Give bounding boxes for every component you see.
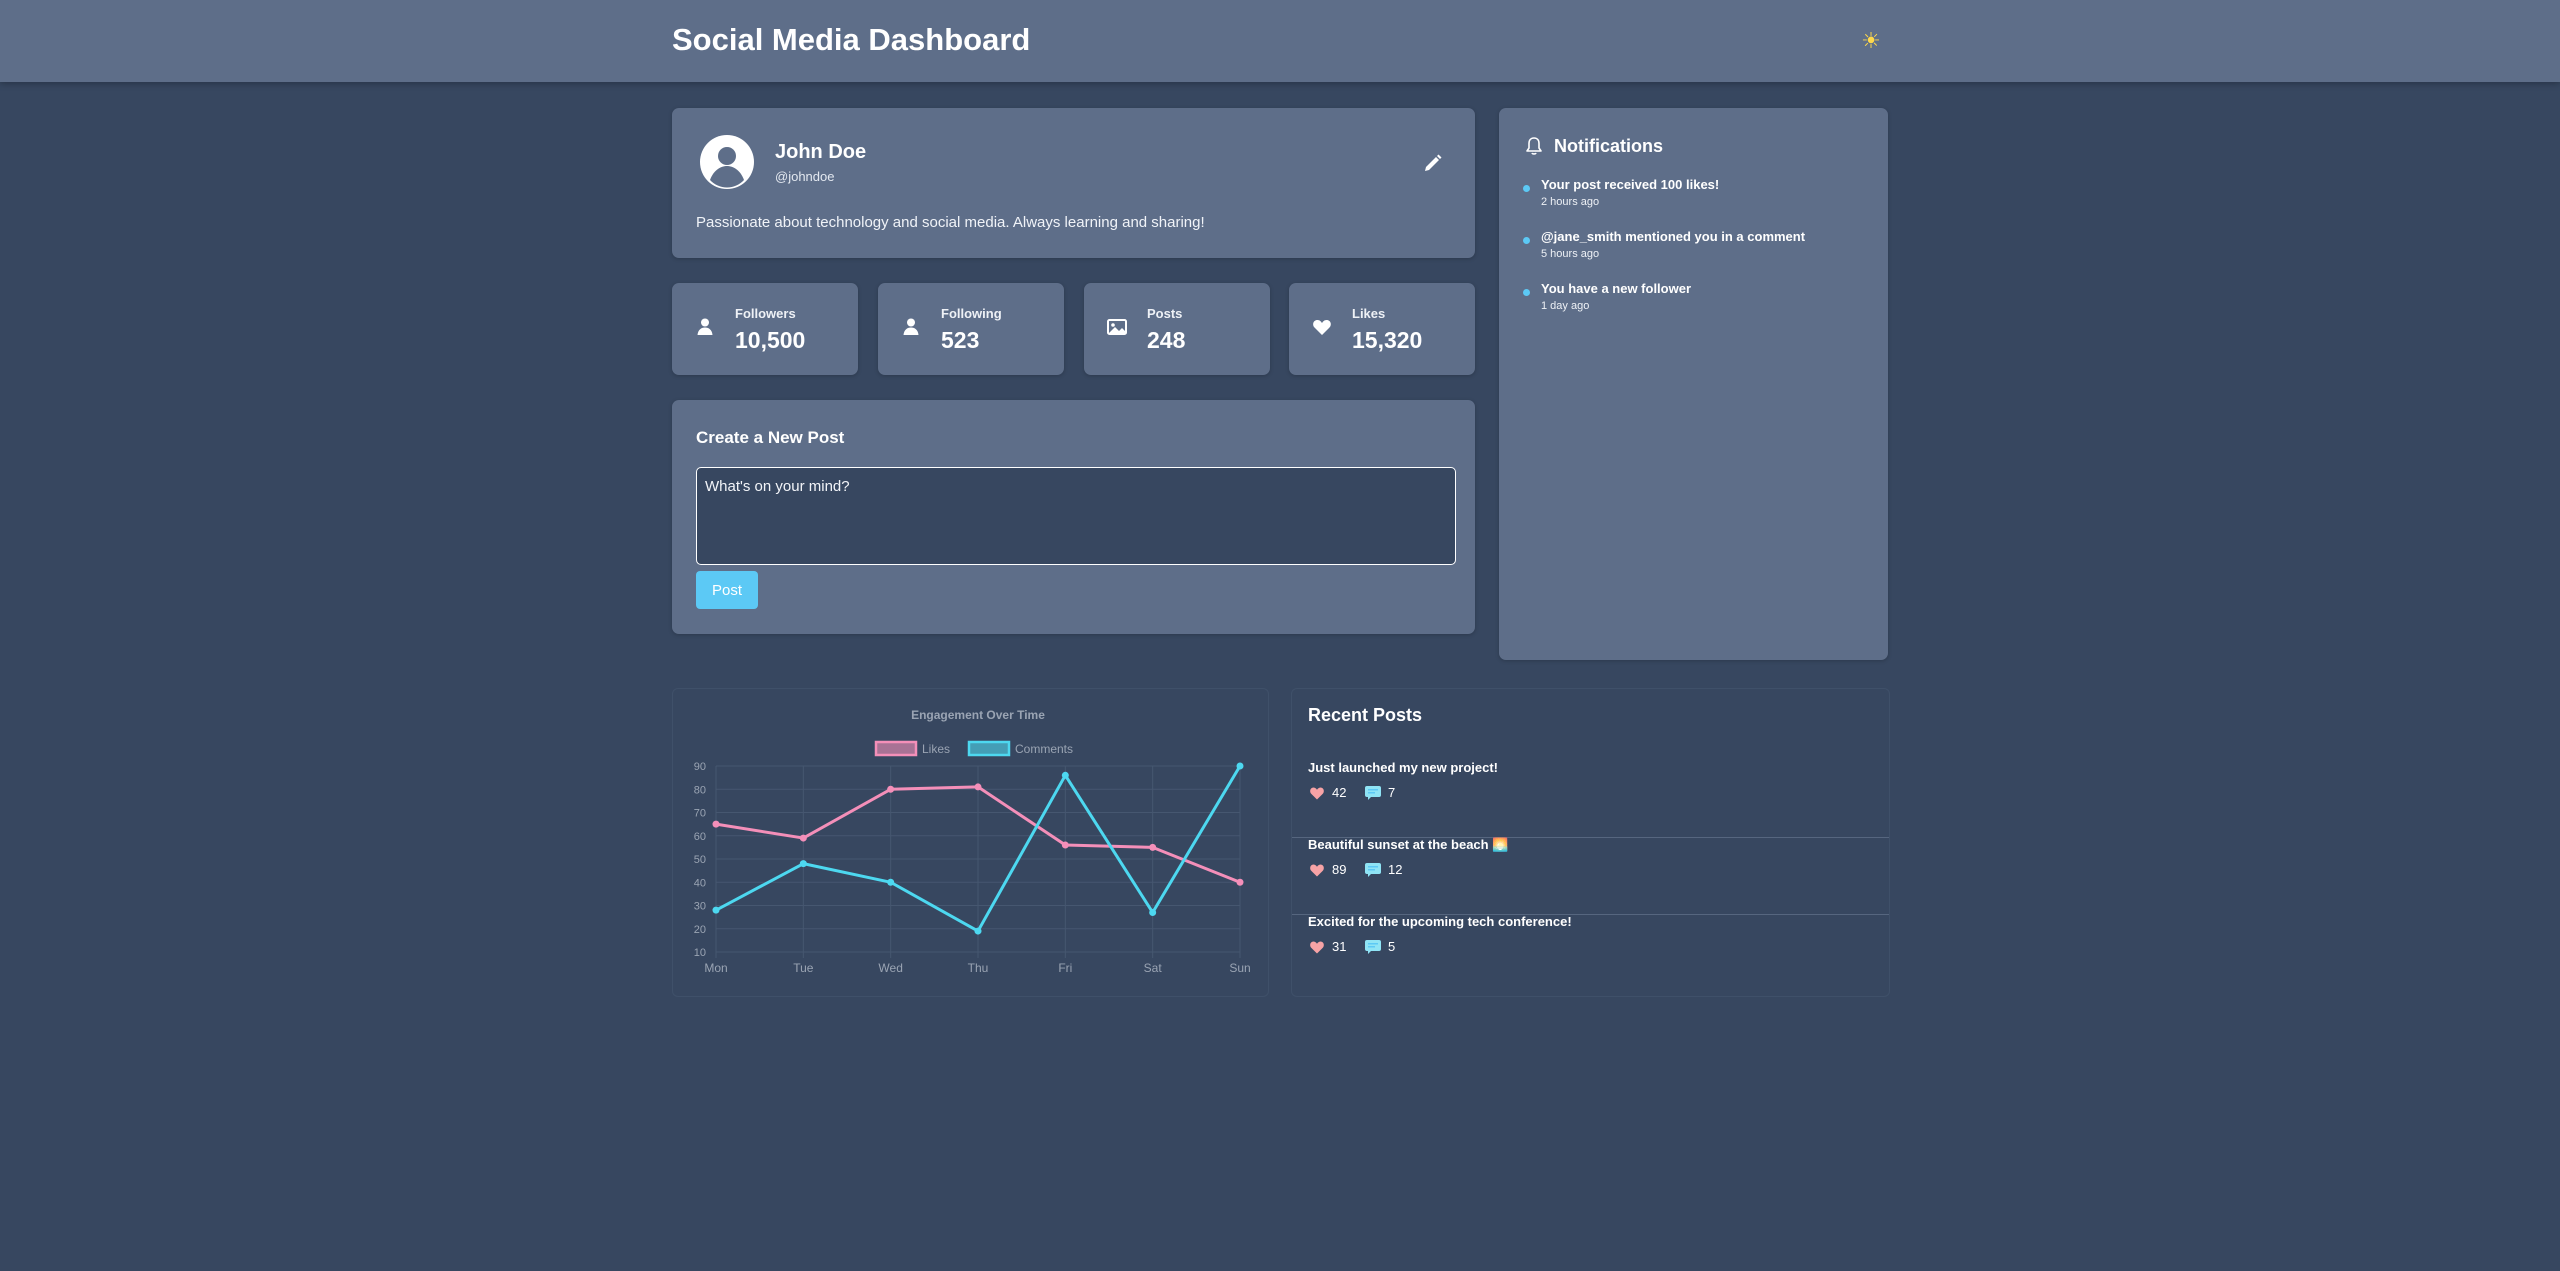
notification-message: You have a new follower — [1541, 281, 1692, 296]
stat-card-likes: Likes 15,320 — [1289, 283, 1475, 375]
comment-count: 12 — [1388, 862, 1403, 877]
pencil-icon — [1425, 154, 1442, 171]
heart-icon — [1310, 864, 1324, 877]
create-post-card: Create a New Post Post — [672, 400, 1475, 634]
like-count: 89 — [1332, 862, 1347, 877]
data-point-comments — [1236, 762, 1244, 770]
comment-icon — [1365, 786, 1381, 800]
y-tick-label: 60 — [694, 831, 706, 843]
data-point-likes — [974, 783, 982, 791]
post-input[interactable] — [696, 467, 1456, 565]
data-point-comments — [712, 906, 720, 914]
comment-count: 7 — [1388, 785, 1396, 800]
app-title: Social Media Dashboard — [672, 22, 1031, 57]
unread-dot — [1523, 185, 1530, 192]
comment-icon — [1365, 863, 1381, 877]
x-tick-label: Wed — [878, 961, 902, 975]
data-point-comments — [887, 878, 895, 886]
engagement-chart: Engagement Over Time Likes Comments 10 20 30 4… — [694, 708, 1251, 975]
stat-value: 10,500 — [735, 327, 806, 353]
legend-swatch — [874, 740, 918, 757]
recent-post-item[interactable]: Beautiful sunset at the beach 🌅 89 12 — [1292, 837, 1889, 915]
data-point-comments — [1149, 908, 1157, 916]
x-tick-label: Sun — [1229, 961, 1250, 975]
create-post-title: Create a New Post — [696, 428, 845, 447]
stat-value: 523 — [941, 327, 980, 353]
post-text: Beautiful sunset at the beach 🌅 — [1308, 837, 1509, 852]
y-tick-label: 20 — [694, 924, 706, 936]
like-count: 42 — [1332, 785, 1347, 800]
notifications-panel: Notifications Your post received 100 lik… — [1499, 108, 1888, 660]
data-point-likes — [887, 785, 895, 793]
post-text: Just launched my new project! — [1308, 760, 1498, 775]
stat-label: Likes — [1352, 306, 1386, 321]
data-point-likes — [712, 820, 720, 828]
stat-value: 248 — [1147, 327, 1186, 353]
stat-card-followers: Followers 10,500 — [672, 283, 858, 375]
recent-post-item[interactable]: Just launched my new project! 42 7 — [1292, 760, 1889, 838]
y-tick-label: 40 — [694, 877, 706, 889]
x-tick-label: Tue — [793, 961, 814, 975]
engagement-chart-panel: Engagement Over Time Likes Comments 10 20 30 4… — [672, 688, 1269, 997]
unread-dot — [1523, 289, 1530, 296]
notification-message: Your post received 100 likes! — [1541, 177, 1720, 192]
notification-message: @jane_smith mentioned you in a comment — [1541, 229, 1806, 244]
heart-icon — [1313, 320, 1331, 335]
user-icon — [697, 318, 713, 335]
notifications-title: Notifications — [1554, 136, 1664, 156]
data-point-likes — [1061, 841, 1069, 849]
user-icon — [903, 318, 919, 335]
legend-label: Comments — [1015, 742, 1073, 756]
stat-value: 15,320 — [1352, 327, 1423, 353]
notification-time: 5 hours ago — [1541, 248, 1600, 260]
top-bar: Social Media Dashboard ☀ — [0, 0, 2560, 82]
recent-posts-title: Recent Posts — [1308, 705, 1423, 725]
stat-label: Posts — [1147, 306, 1183, 321]
comment-icon — [1365, 940, 1381, 954]
stat-label: Following — [941, 306, 1002, 321]
y-tick-label: 10 — [694, 947, 706, 959]
x-tick-label: Fri — [1058, 961, 1072, 975]
bell-icon — [1526, 137, 1542, 155]
x-tick-label: Sat — [1144, 961, 1163, 975]
x-tick-label: Thu — [968, 961, 989, 975]
profile-card: John Doe @johndoe Passionate about techn… — [672, 108, 1475, 258]
data-point-comments — [799, 860, 807, 868]
x-tick-label: Mon — [704, 961, 727, 975]
notification-time: 2 hours ago — [1541, 196, 1600, 208]
y-tick-label: 50 — [694, 854, 706, 866]
heart-icon — [1310, 941, 1324, 954]
y-tick-label: 80 — [694, 784, 706, 796]
comment-count: 5 — [1388, 939, 1396, 954]
post-text: Excited for the upcoming tech conference… — [1308, 914, 1572, 929]
profile-name: John Doe — [775, 141, 867, 163]
recent-posts-panel: Recent Posts Just launched my new projec… — [1291, 688, 1890, 997]
data-point-likes — [799, 834, 807, 842]
avatar-icon — [700, 135, 754, 189]
profile-handle: @johndoe — [775, 169, 835, 184]
data-point-comments — [1061, 771, 1069, 779]
data-point-comments — [974, 927, 982, 935]
stat-card-following: Following 523 — [878, 283, 1064, 375]
legend-swatch — [967, 740, 1011, 757]
like-count: 31 — [1332, 939, 1347, 954]
stat-label: Followers — [735, 306, 796, 321]
unread-dot — [1523, 237, 1530, 244]
legend-label: Likes — [922, 742, 950, 756]
edit-profile-button[interactable] — [1418, 150, 1446, 178]
heart-icon — [1310, 787, 1324, 800]
y-tick-label: 70 — [694, 808, 706, 820]
chart-title: Engagement Over Time — [911, 708, 1045, 722]
y-tick-label: 90 — [694, 761, 706, 773]
profile-bio: Passionate about technology and social m… — [696, 214, 1205, 231]
theme-toggle-sun-icon[interactable]: ☀ — [1856, 24, 1886, 58]
image-icon — [1107, 319, 1127, 335]
data-point-likes — [1236, 878, 1244, 886]
stat-card-posts: Posts 248 — [1084, 283, 1270, 375]
data-point-likes — [1149, 843, 1157, 851]
post-button[interactable]: Post — [696, 571, 758, 609]
notification-time: 1 day ago — [1541, 300, 1590, 312]
y-tick-label: 30 — [694, 901, 706, 913]
recent-post-item[interactable]: Excited for the upcoming tech conference… — [1292, 914, 1889, 991]
